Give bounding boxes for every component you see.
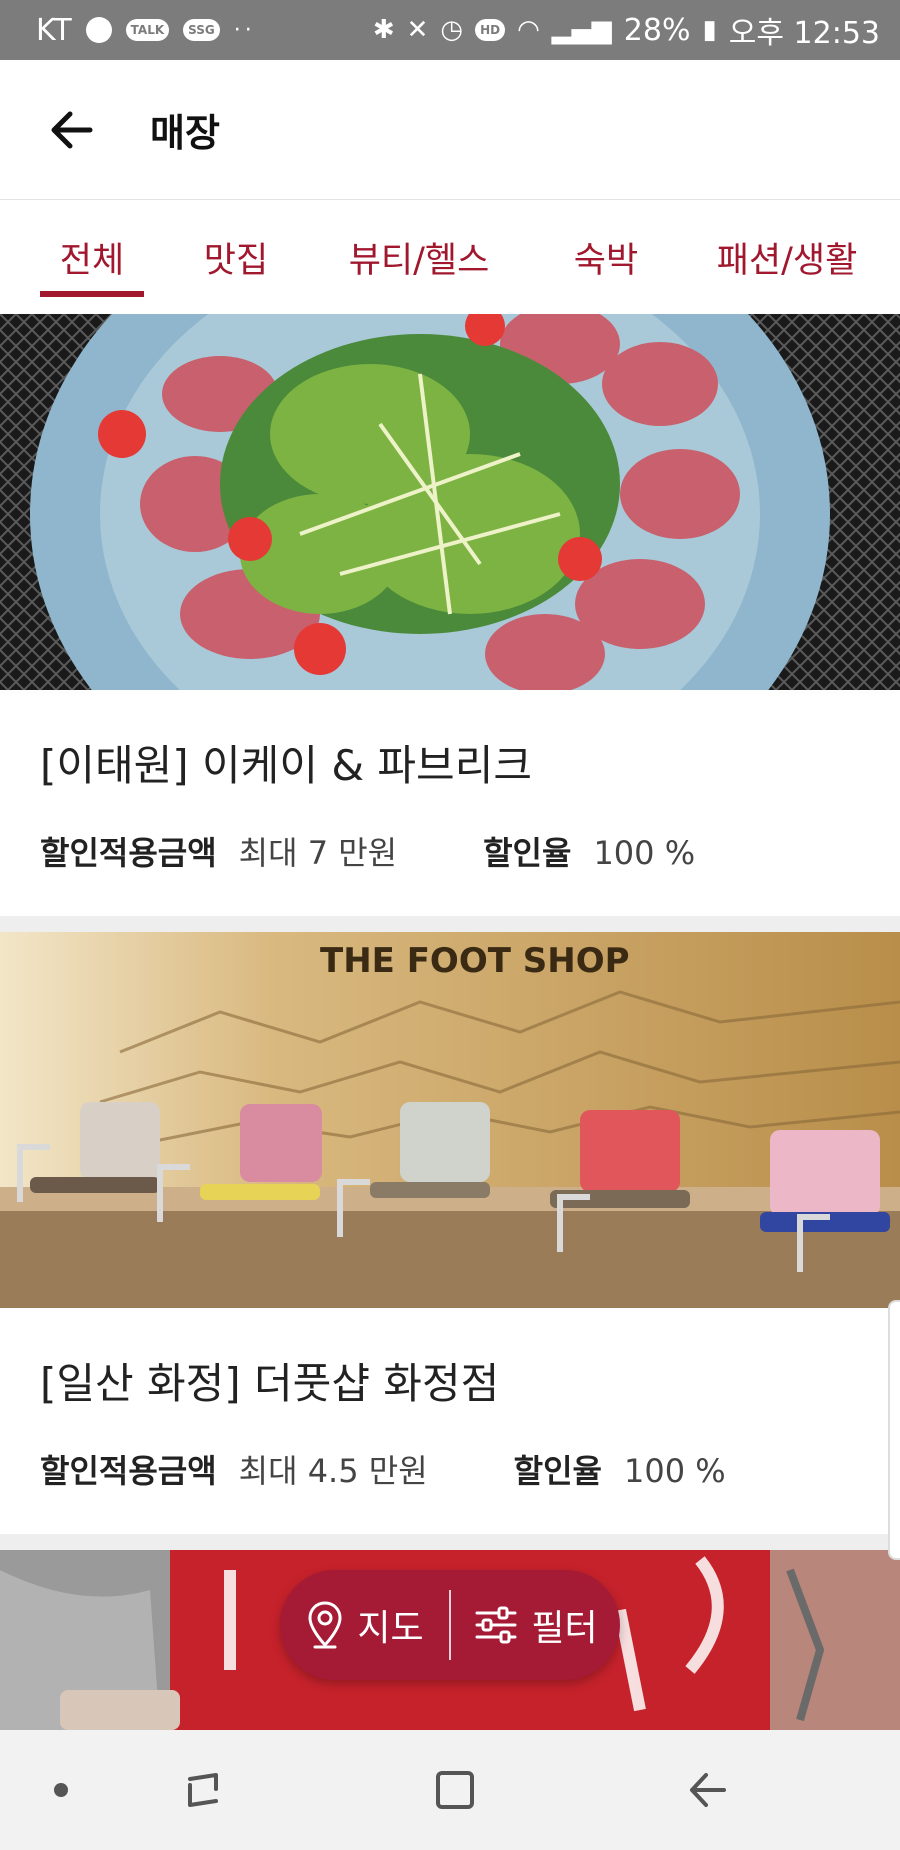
store-discount-info: 할인적용금액 최대 7 만원 할인율 100 % bbox=[40, 828, 695, 874]
nav-back-button[interactable] bbox=[672, 1755, 742, 1825]
foot-shop-photo: THE FOOT SHOP bbox=[0, 932, 900, 1308]
map-button[interactable]: 지도 bbox=[280, 1570, 449, 1680]
store-discount-info: 할인적용금액 최대 4.5 만원 할인율 100 % bbox=[40, 1446, 726, 1492]
filter-sliders-icon bbox=[475, 1606, 517, 1644]
ssg-icon: SSG bbox=[183, 19, 220, 41]
mute-icon: ✕ bbox=[406, 15, 429, 45]
tab-beauty-health[interactable]: 뷰티/헬스 bbox=[344, 200, 494, 314]
home-icon bbox=[436, 1771, 474, 1809]
map-button-label: 지도 bbox=[357, 1608, 424, 1649]
hd-icon: HD bbox=[475, 19, 506, 41]
battery-icon: ▮ bbox=[702, 15, 717, 45]
discount-rate-value: 100 % bbox=[623, 1452, 726, 1490]
tab-all[interactable]: 전체 bbox=[40, 200, 144, 314]
tab-fashion-living[interactable]: 패션/생활 bbox=[712, 200, 862, 314]
shop-sign: THE FOOT SHOP bbox=[320, 941, 630, 981]
system-nav-bar bbox=[0, 1730, 900, 1850]
discount-rate-label: 할인율 bbox=[513, 1452, 602, 1490]
arrow-left-icon bbox=[51, 111, 93, 148]
wifi-icon: ◠ bbox=[517, 15, 540, 45]
discount-amount-value: 최대 4.5 만원 bbox=[238, 1452, 428, 1490]
tab-restaurants[interactable]: 맛집 bbox=[192, 200, 280, 314]
nav-dot-button[interactable] bbox=[26, 1755, 96, 1825]
back-button[interactable] bbox=[36, 95, 106, 165]
edge-panel-handle[interactable] bbox=[888, 1300, 900, 1560]
home-button[interactable] bbox=[420, 1755, 490, 1825]
recent-apps-button[interactable] bbox=[168, 1755, 238, 1825]
store-card[interactable]: [이태원] 이케이 & 파브리크 할인적용금액 최대 7 만원 할인율 100 … bbox=[0, 314, 900, 916]
stopwatch-icon bbox=[85, 17, 112, 43]
discount-rate-value: 100 % bbox=[593, 834, 696, 872]
page-title: 매장 bbox=[150, 111, 220, 155]
filter-button-label: 필터 bbox=[531, 1608, 598, 1649]
store-card[interactable]: THE FOOT SHOP [일산 화정] 더풋샵 화정점 할인적용금액 최대 … bbox=[0, 932, 900, 1534]
arrow-back-icon bbox=[690, 1773, 726, 1807]
discount-amount-label: 할인적용금액 bbox=[40, 834, 217, 872]
clock: 오후 12:53 bbox=[728, 16, 880, 51]
bluetooth-icon: ✱ bbox=[372, 15, 395, 45]
carrier-label: KT bbox=[36, 12, 72, 48]
map-pin-icon bbox=[308, 1601, 342, 1649]
app-bar: 매장 bbox=[0, 60, 900, 200]
signal-icon: ▂▄▆ bbox=[551, 15, 612, 45]
tab-lodging[interactable]: 숙박 bbox=[566, 200, 646, 314]
status-bar: KT TALK SSG ·· ✱ ✕ ◷ HD ◠ ▂▄▆ 28% ▮ 오후 1… bbox=[0, 0, 900, 60]
dot-icon bbox=[54, 1783, 68, 1797]
alarm-icon: ◷ bbox=[440, 15, 464, 45]
food-plate-photo bbox=[0, 314, 900, 690]
talk-icon: TALK bbox=[125, 19, 170, 41]
discount-rate-label: 할인율 bbox=[483, 834, 572, 872]
store-name: [이태원] 이케이 & 파브리크 bbox=[40, 741, 532, 790]
battery-percent: 28% bbox=[623, 12, 691, 48]
recent-apps-icon bbox=[188, 1773, 218, 1807]
discount-amount-label: 할인적용금액 bbox=[40, 1452, 217, 1490]
discount-amount-value: 최대 7 만원 bbox=[238, 834, 398, 872]
filter-button[interactable]: 필터 bbox=[451, 1570, 620, 1680]
store-name: [일산 화정] 더풋샵 화정점 bbox=[40, 1359, 500, 1408]
map-filter-floating-button: 지도 필터 bbox=[280, 1570, 620, 1680]
more-notifications-icon: ·· bbox=[233, 17, 256, 43]
store-image: THE FOOT SHOP bbox=[0, 932, 900, 1308]
store-image bbox=[0, 314, 900, 690]
category-tabs: 전체 맛집 뷰티/헬스 숙박 패션/생활 bbox=[0, 200, 900, 314]
